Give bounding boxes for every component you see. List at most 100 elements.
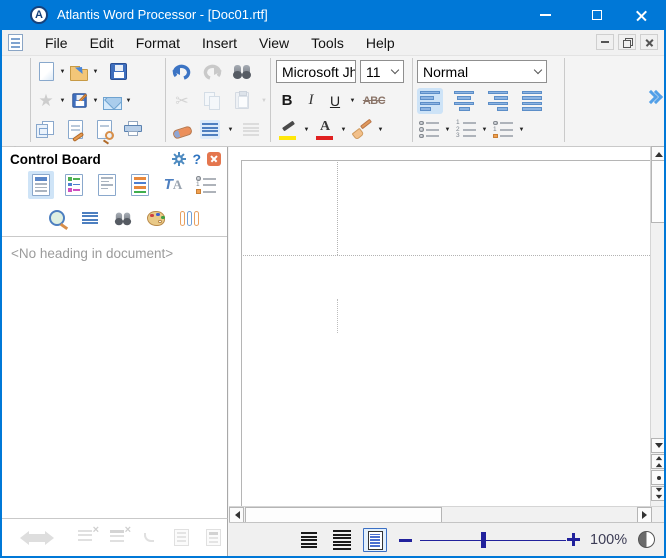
delete-subheadings-button[interactable]: × bbox=[105, 527, 129, 549]
email-dropdown[interactable]: ▼ bbox=[124, 98, 133, 104]
mdi-close-button[interactable] bbox=[640, 34, 658, 50]
sort-button[interactable] bbox=[239, 117, 263, 143]
control-board-close-button[interactable] bbox=[207, 152, 221, 166]
document-area[interactable] bbox=[229, 147, 650, 506]
font-size-combobox[interactable]: 11 bbox=[360, 60, 404, 83]
strikethrough-button[interactable]: ABC bbox=[359, 88, 389, 114]
line-spacing-dropdown[interactable]: ▼ bbox=[226, 127, 235, 133]
save-button[interactable] bbox=[106, 59, 130, 85]
print-preview-button[interactable] bbox=[92, 117, 116, 143]
fonts-pane-button[interactable]: TA bbox=[160, 171, 186, 199]
menu-file[interactable]: File bbox=[34, 31, 79, 55]
open-dropdown[interactable]: ▼ bbox=[91, 69, 100, 75]
align-center-button[interactable] bbox=[451, 88, 477, 114]
scroll-right-button[interactable] bbox=[637, 507, 652, 523]
heading-table-button[interactable] bbox=[201, 527, 225, 549]
favorites-button[interactable]: ★ bbox=[34, 88, 58, 114]
document-system-icon[interactable] bbox=[8, 34, 23, 51]
menu-format[interactable]: Format bbox=[125, 31, 191, 55]
properties-button[interactable] bbox=[34, 117, 58, 143]
underline-dropdown[interactable]: ▼ bbox=[348, 98, 357, 104]
previous-page-button[interactable] bbox=[651, 454, 666, 469]
copy-button[interactable] bbox=[200, 88, 224, 114]
paste-dropdown[interactable]: ▼ bbox=[260, 98, 268, 104]
multilevel-list-button[interactable]: 1 bbox=[491, 117, 515, 143]
forward-button[interactable] bbox=[41, 527, 65, 549]
page-setup-button[interactable] bbox=[63, 117, 87, 143]
underline-button[interactable]: U bbox=[324, 88, 346, 114]
font-color-button[interactable]: A bbox=[313, 117, 337, 143]
style-combobox[interactable]: Normal bbox=[417, 60, 547, 83]
online-view-button[interactable] bbox=[330, 528, 354, 552]
back-button[interactable] bbox=[9, 527, 33, 549]
eraser-button[interactable] bbox=[170, 117, 194, 143]
zoom-level[interactable]: 100% bbox=[590, 532, 627, 548]
multilevel-list-dropdown[interactable]: ▼ bbox=[517, 127, 526, 133]
heading-list-button[interactable] bbox=[169, 527, 193, 549]
cut-button[interactable]: ✂ bbox=[170, 88, 194, 114]
font-name-combobox[interactable]: Microsoft Jh bbox=[276, 60, 356, 83]
scroll-down-button[interactable] bbox=[651, 438, 666, 453]
menu-view[interactable]: View bbox=[248, 31, 300, 55]
minimize-button[interactable] bbox=[528, 0, 562, 30]
menu-insert[interactable]: Insert bbox=[191, 31, 248, 55]
colors-tool-button[interactable] bbox=[143, 204, 169, 232]
control-board-help-button[interactable]: ? bbox=[192, 151, 201, 167]
next-page-button[interactable] bbox=[651, 486, 666, 501]
format-painter-dropdown[interactable]: ▼ bbox=[376, 127, 385, 133]
scroll-up-button[interactable] bbox=[651, 146, 666, 161]
clips-tool-button[interactable] bbox=[176, 204, 202, 232]
zoom-out-button[interactable] bbox=[399, 539, 412, 542]
horizontal-scrollbar[interactable] bbox=[229, 506, 666, 522]
redo-button[interactable] bbox=[200, 59, 224, 85]
scroll-left-button[interactable] bbox=[229, 507, 244, 523]
draft-view-button[interactable] bbox=[297, 528, 321, 552]
undo-button[interactable] bbox=[170, 59, 194, 85]
open-button[interactable] bbox=[67, 59, 91, 85]
highlight-dropdown[interactable]: ▼ bbox=[302, 127, 311, 133]
paragraph-tool-button[interactable] bbox=[77, 204, 103, 232]
save-as-dropdown[interactable]: ▼ bbox=[91, 98, 100, 104]
horizontal-scroll-thumb[interactable] bbox=[245, 507, 442, 523]
contrast-toggle-icon[interactable] bbox=[638, 531, 655, 548]
vertical-scrollbar[interactable] bbox=[650, 147, 666, 506]
select-browse-object-button[interactable] bbox=[651, 470, 666, 485]
outline-pane-button[interactable]: 1 bbox=[193, 171, 219, 199]
bullet-list-dropdown[interactable]: ▼ bbox=[443, 127, 452, 133]
find-button[interactable] bbox=[230, 59, 254, 85]
find-tool-button[interactable] bbox=[110, 204, 136, 232]
align-right-button[interactable] bbox=[485, 88, 511, 114]
highlight-button[interactable] bbox=[276, 117, 300, 143]
close-button[interactable] bbox=[624, 0, 658, 30]
demote-heading-button[interactable] bbox=[137, 527, 161, 549]
delete-heading-button[interactable]: × bbox=[73, 527, 97, 549]
numbered-list-button[interactable]: 1 2 3 bbox=[454, 117, 478, 143]
new-document-dropdown[interactable]: ▼ bbox=[58, 69, 67, 75]
font-color-dropdown[interactable]: ▼ bbox=[339, 127, 348, 133]
styles-pane-button[interactable] bbox=[127, 171, 153, 199]
email-button[interactable] bbox=[100, 88, 124, 114]
bullet-list-button[interactable] bbox=[417, 117, 441, 143]
favorites-dropdown[interactable]: ▼ bbox=[58, 98, 67, 104]
menu-help[interactable]: Help bbox=[355, 31, 406, 55]
fields-pane-button[interactable] bbox=[94, 171, 120, 199]
zoom-slider-thumb[interactable] bbox=[481, 532, 486, 548]
bold-button[interactable]: B bbox=[276, 88, 298, 114]
italic-button[interactable]: I bbox=[300, 88, 322, 114]
headings-pane-button[interactable] bbox=[28, 171, 54, 199]
align-left-button[interactable] bbox=[417, 88, 443, 114]
mdi-restore-button[interactable] bbox=[618, 34, 636, 50]
print-button[interactable] bbox=[121, 117, 145, 143]
line-spacing-button[interactable] bbox=[198, 117, 222, 143]
bookmarks-pane-button[interactable] bbox=[61, 171, 87, 199]
new-document-button[interactable] bbox=[34, 59, 58, 85]
save-as-button[interactable] bbox=[67, 88, 91, 114]
zoom-slider-track[interactable] bbox=[420, 540, 566, 542]
document-page[interactable] bbox=[241, 160, 650, 506]
menu-edit[interactable]: Edit bbox=[79, 31, 125, 55]
mdi-minimize-button[interactable] bbox=[596, 34, 614, 50]
format-painter-button[interactable] bbox=[350, 117, 374, 143]
zoom-in-button[interactable] bbox=[567, 533, 580, 546]
control-board-settings-icon[interactable] bbox=[172, 152, 186, 166]
menu-tools[interactable]: Tools bbox=[300, 31, 355, 55]
